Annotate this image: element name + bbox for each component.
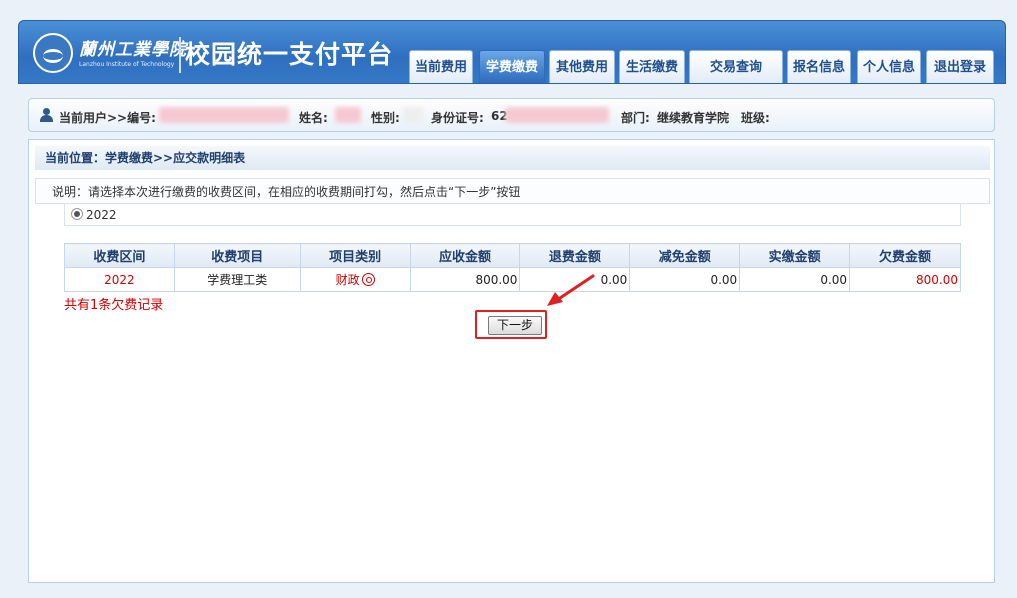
red-arrow-icon [547,274,595,306]
tab-living-payment[interactable]: 生活缴费 [619,50,685,83]
id-label: 身份证号: [431,111,484,125]
table-row: 2022 学费理工类 财政 800.00 0.00 0.00 0.00 800.… [64,267,961,292]
column-header: 收费项目 [173,243,301,268]
tab-other-fees[interactable]: 其他费用 [549,50,615,83]
tab-registration-info[interactable]: 报名信息 [787,50,851,83]
next-button-highlight: 下一步 [475,310,547,339]
school-logo-icon [33,33,73,73]
tab-personal-info[interactable]: 个人信息 [857,50,921,83]
column-header: 应收金额 [409,243,521,268]
next-step-button[interactable]: 下一步 [488,316,542,335]
main-panel: 当前位置：学费缴费>>应交款明细表 说明：请选择本次进行缴费的收费区间，在相应的… [28,139,995,583]
column-header: 减免金额 [629,243,741,268]
user-icon [39,108,53,122]
cell-arrears: 800.00 [849,267,961,292]
column-header: 收费区间 [64,243,175,268]
tab-tuition-payment[interactable]: 学费缴费 [479,50,545,83]
column-header: 退费金额 [519,243,631,268]
column-header: 实缴金额 [739,243,851,268]
app-header: 蘭州工業學院 Lanzhou Institute of Technology 校… [18,20,1006,84]
target-circle-icon[interactable] [361,273,375,286]
tab-transaction-query[interactable]: 交易查询 [689,50,783,83]
cell-receivable: 800.00 [409,267,521,292]
user-info-bar: 当前用户>>编号: 姓名: 性别: 身份证号: 62 部门: 继续教育学院 班级… [28,98,995,132]
cell-category-wrap: 财政 [299,267,411,292]
redacted-name [335,107,361,123]
redacted-id-number [505,107,609,123]
dept-label: 部门: [621,111,650,125]
cell-waived: 0.00 [629,267,741,292]
cell-paid: 0.00 [739,267,851,292]
cell-category: 财政 [335,273,360,287]
table-header-row: 收费区间 收费项目 项目类别 应收金额 退费金额 减免金额 实缴金额 欠费金额 [64,243,961,268]
school-english-name: Lanzhou Institute of Technology [79,61,175,68]
breadcrumb: 当前位置：学费缴费>>应交款明细表 [35,146,990,170]
period-label: 2022 [86,208,117,222]
school-name: 蘭州工業學院 [79,40,187,60]
arrears-summary: 共有1条欠费记录 [64,298,164,313]
cell-period: 2022 [64,267,175,292]
instruction-note: 说明：请选择本次进行缴费的收费区间，在相应的收费期间打勾，然后点击“下一步”按钮 [35,178,990,204]
dept-value: 继续教育学院 [657,111,730,125]
redacted-gender [403,107,423,123]
header-divider [179,37,181,73]
platform-title: 校园统一支付平台 [185,40,394,69]
tab-current-fees[interactable]: 当前费用 [409,50,473,83]
column-header: 项目类别 [299,243,411,268]
fee-detail-table: 收费区间 收费项目 项目类别 应收金额 退费金额 减免金额 实缴金额 欠费金额 … [64,243,961,292]
gender-label: 性别: [371,111,400,125]
tab-logout[interactable]: 退出登录 [926,50,994,83]
current-user-label: 当前用户>>编号: [59,111,156,125]
redacted-user-id [159,107,289,123]
name-label: 姓名: [299,111,328,125]
period-radio[interactable] [71,208,83,220]
column-header: 欠费金额 [849,243,961,268]
cell-item: 学费理工类 [173,267,301,292]
period-selector: 2022 [64,204,961,226]
class-label: 班级: [741,111,770,125]
